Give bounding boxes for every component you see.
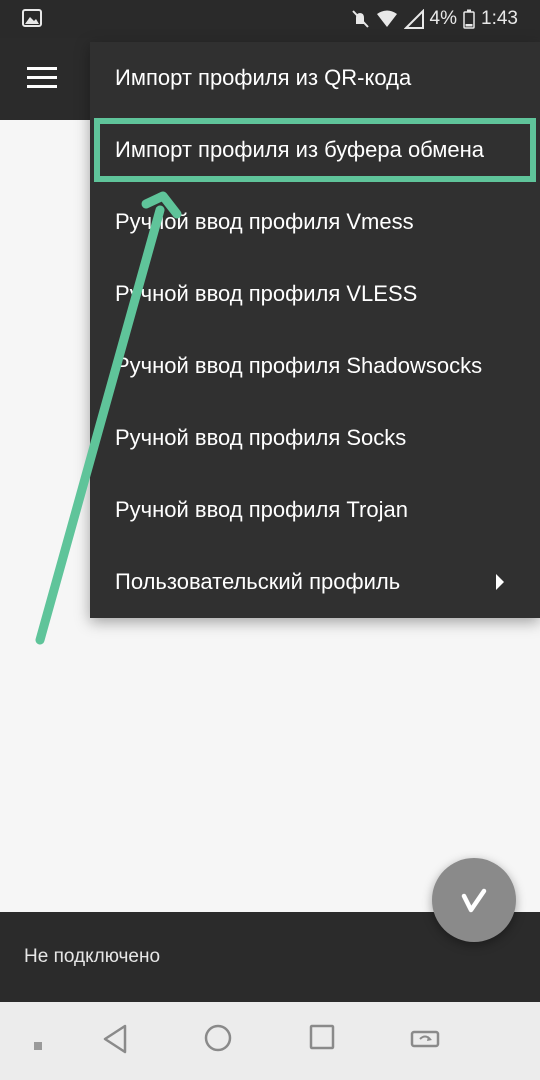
rotate-screen-icon[interactable] — [409, 1026, 441, 1057]
menu-item-label: Ручной ввод профиля Socks — [115, 425, 407, 450]
mute-icon — [350, 9, 370, 29]
menu-item-label: Ручной ввод профиля VLESS — [115, 281, 418, 306]
wifi-icon — [376, 10, 398, 28]
menu-item-custom-profile[interactable]: Пользовательский профиль — [90, 546, 540, 618]
connect-button[interactable] — [432, 858, 516, 942]
menu-item-label: Импорт профиля из QR-кода — [115, 65, 412, 90]
menu-item-manual-vmess[interactable]: Ручной ввод профиля Vmess — [90, 186, 540, 258]
menu-icon[interactable] — [27, 67, 57, 89]
add-profile-menu: Импорт профиля из QR-кода Импорт профиля… — [90, 42, 540, 618]
menu-item-manual-shadowsocks[interactable]: Ручной ввод профиля Shadowsocks — [90, 330, 540, 402]
recents-icon[interactable] — [309, 1024, 335, 1055]
menu-item-manual-vless[interactable]: Ручной ввод профиля VLESS — [90, 258, 540, 330]
menu-item-label: Импорт профиля из буфера обмена — [115, 137, 485, 162]
submenu-arrow-icon — [496, 574, 504, 590]
nav-dot-icon — [34, 1037, 42, 1055]
menu-item-manual-trojan[interactable]: Ручной ввод профиля Trojan — [90, 474, 540, 546]
battery-percent: 4% — [429, 8, 458, 29]
menu-item-import-clipboard[interactable]: Импорт профиля из буфера обмена — [90, 114, 540, 186]
connection-status-text: Не подключено — [24, 946, 161, 967]
v-logo-icon — [461, 888, 487, 913]
menu-item-label: Ручной ввод профиля Shadowsocks — [115, 353, 483, 378]
battery-icon — [463, 9, 475, 29]
clock: 1:43 — [481, 8, 518, 29]
signal-icon — [403, 9, 424, 29]
menu-item-manual-socks[interactable]: Ручной ввод профиля Socks — [90, 402, 540, 474]
status-bar: 4% 1:43 — [0, 0, 540, 38]
menu-item-label: Ручной ввод профиля Vmess — [115, 209, 414, 234]
menu-item-label: Пользовательский профиль — [115, 569, 401, 594]
menu-item-label: Ручной ввод профиля Trojan — [115, 497, 408, 522]
gallery-notification-icon — [22, 9, 42, 32]
system-nav-bar — [0, 1002, 540, 1080]
back-icon[interactable] — [102, 1024, 128, 1059]
home-icon[interactable] — [204, 1024, 232, 1057]
menu-item-import-qr[interactable]: Импорт профиля из QR-кода — [90, 42, 540, 114]
